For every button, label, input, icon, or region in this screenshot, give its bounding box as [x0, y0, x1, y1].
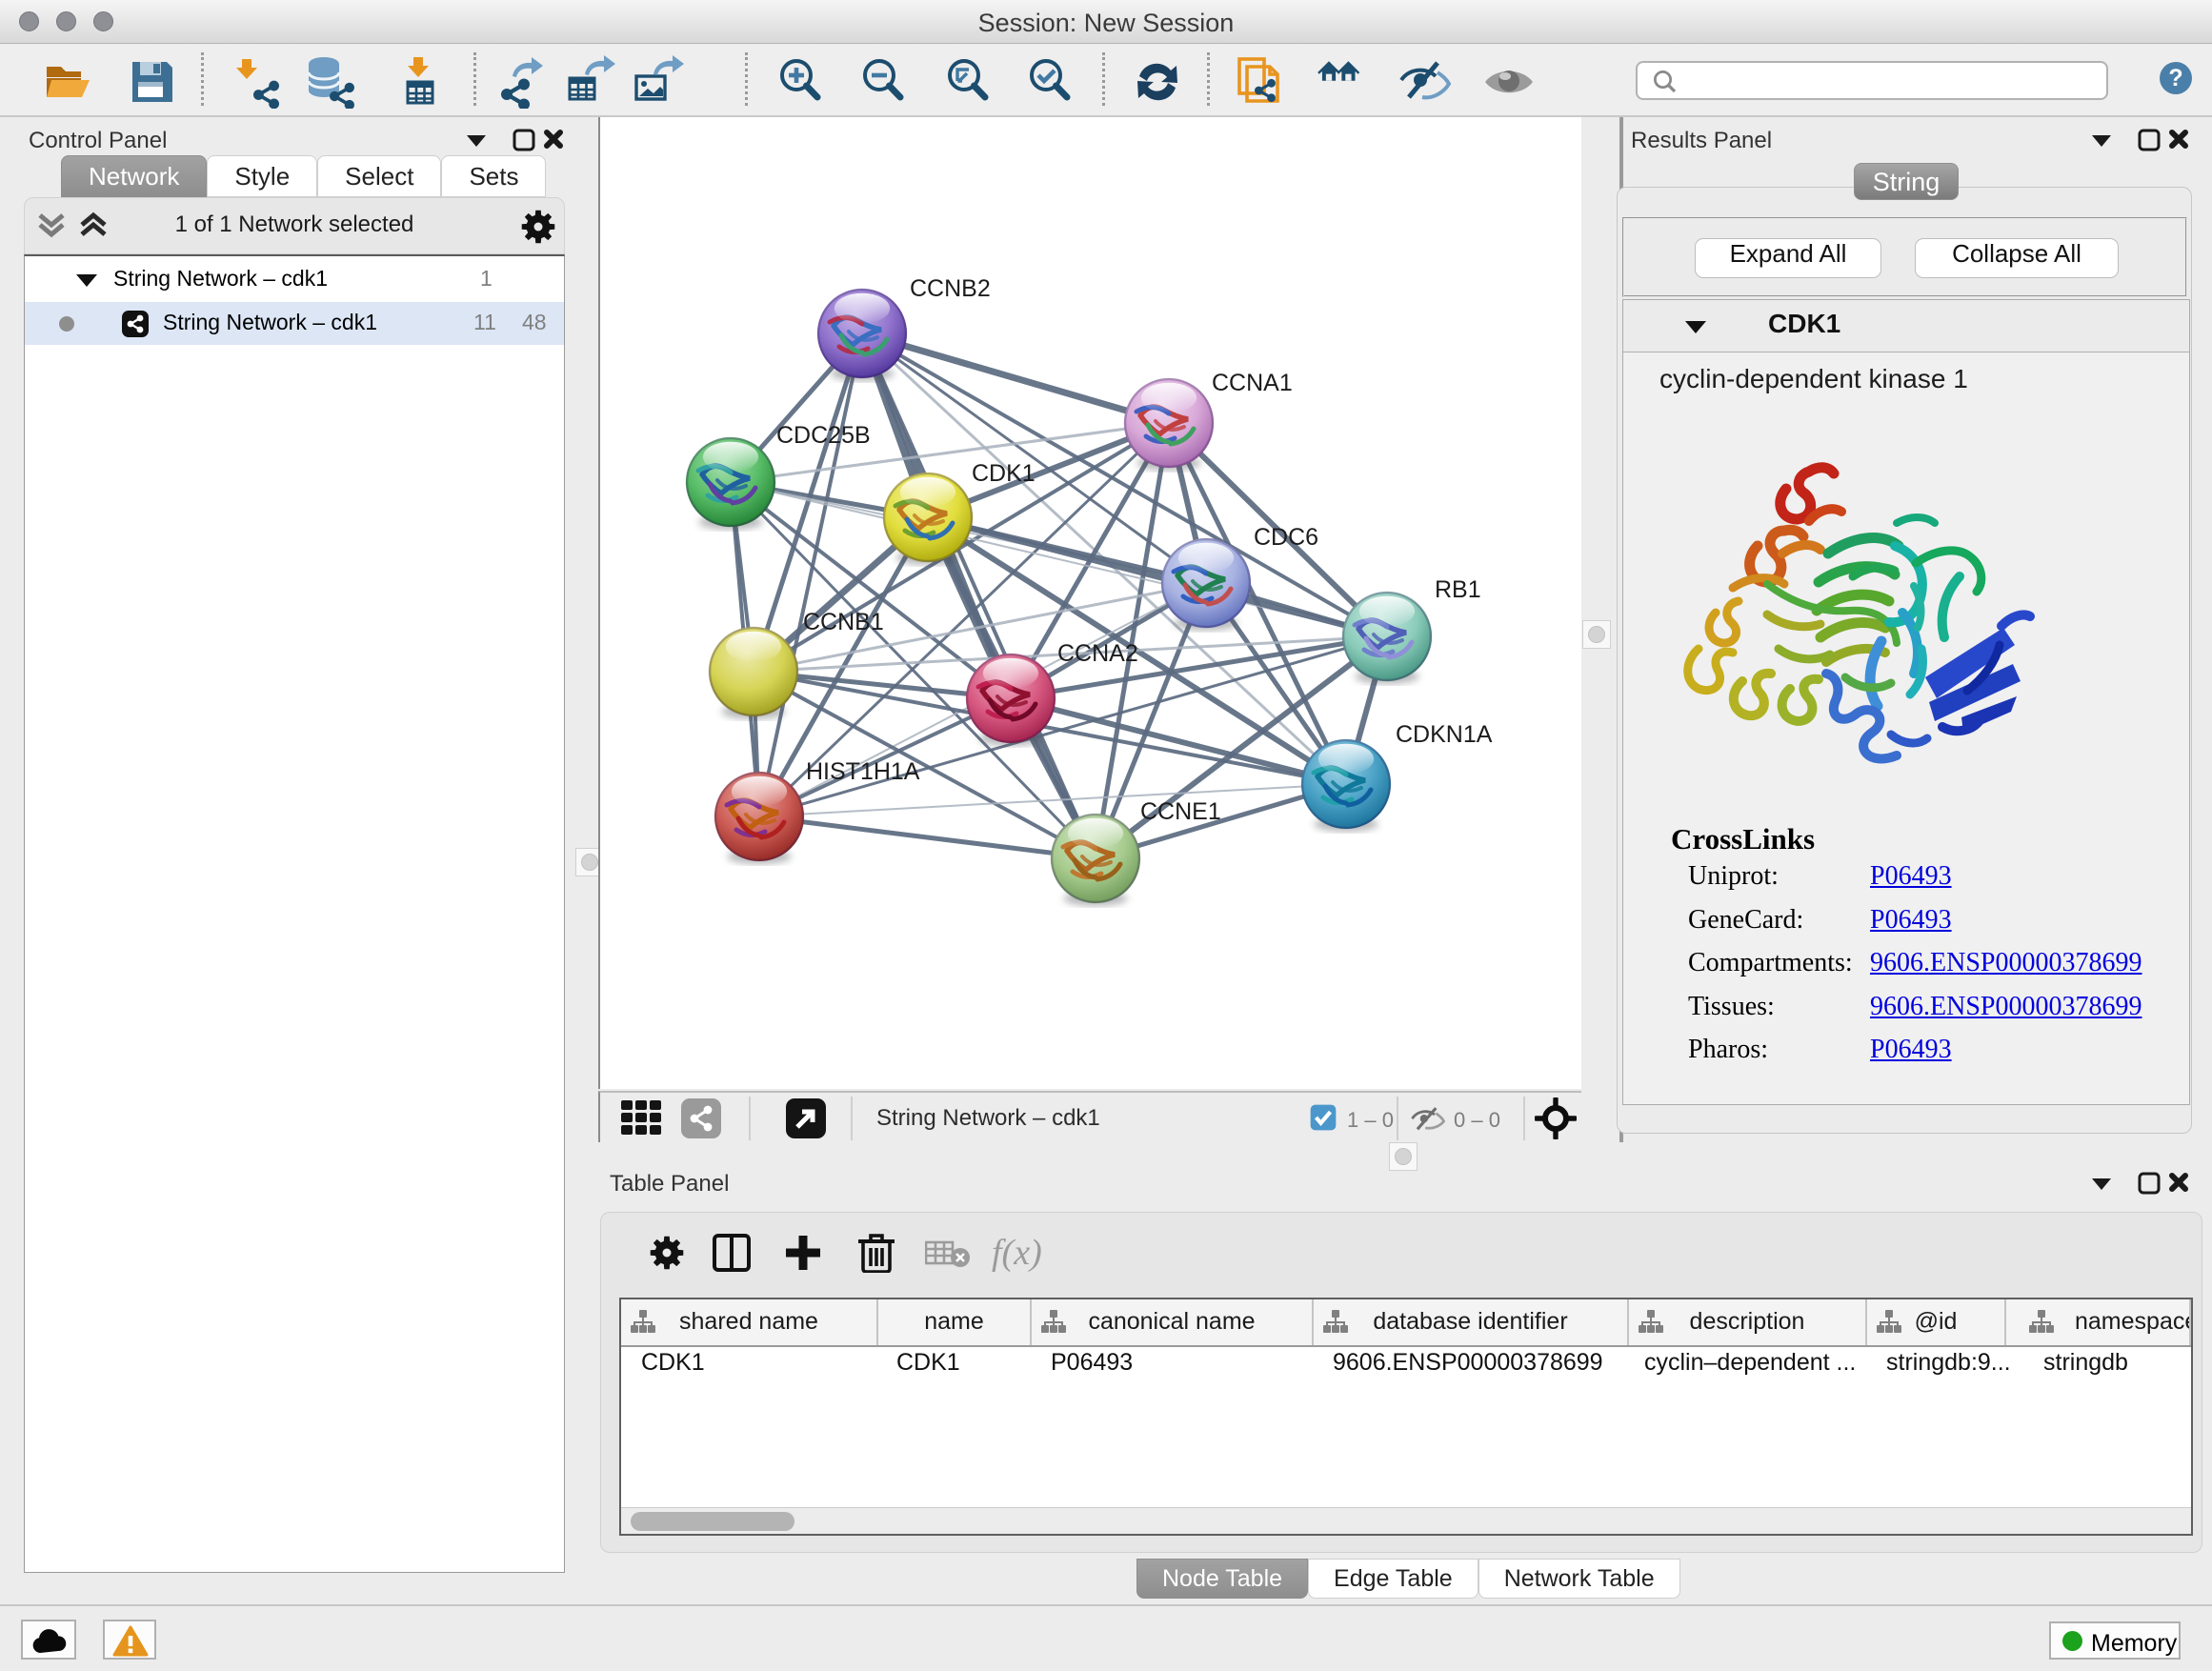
svg-text:?: ? [2168, 65, 2182, 91]
svg-text:CCNB1: CCNB1 [803, 609, 884, 635]
svg-text:CDC6: CDC6 [1254, 524, 1318, 551]
svg-text:RB1: RB1 [1435, 576, 1481, 603]
svg-text:CCNB2: CCNB2 [910, 275, 991, 302]
svg-text:CDKN1A: CDKN1A [1396, 721, 1493, 748]
svg-text:HIST1H1A: HIST1H1A [806, 758, 920, 785]
svg-text:CCNA2: CCNA2 [1057, 640, 1138, 667]
svg-text:CCNE1: CCNE1 [1140, 798, 1221, 825]
svg-text:CDC25B: CDC25B [776, 422, 871, 449]
svg-text:CDK1: CDK1 [972, 460, 1036, 487]
svg-text:CCNA1: CCNA1 [1212, 370, 1293, 396]
